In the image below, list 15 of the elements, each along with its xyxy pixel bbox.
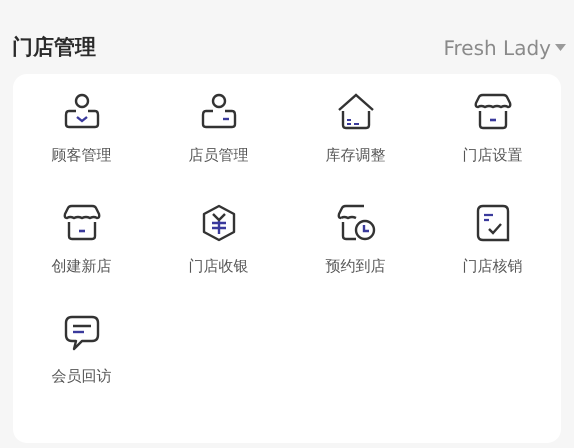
store-icon [472,92,512,132]
menu-item[interactable]: 创建新店 [52,202,112,277]
menu-item[interactable]: 库存调整 [326,92,386,166]
menu-item[interactable]: 会员回访 [52,313,112,388]
store-icon [62,202,102,242]
menu-item[interactable]: 预约到店 [326,202,386,277]
menu-item[interactable]: 顾客管理 [52,92,112,166]
house-icon [336,92,376,132]
store-clock-icon [336,202,376,242]
menu-item[interactable]: 店员管理 [188,92,248,166]
caret-icon [555,44,566,52]
menu-item[interactable]: 门店核销 [462,202,522,277]
menu-item[interactable]: 门店设置 [462,92,522,166]
menu-item[interactable]: 门店收银 [188,202,248,277]
page-title: 门店管理 [12,34,96,62]
